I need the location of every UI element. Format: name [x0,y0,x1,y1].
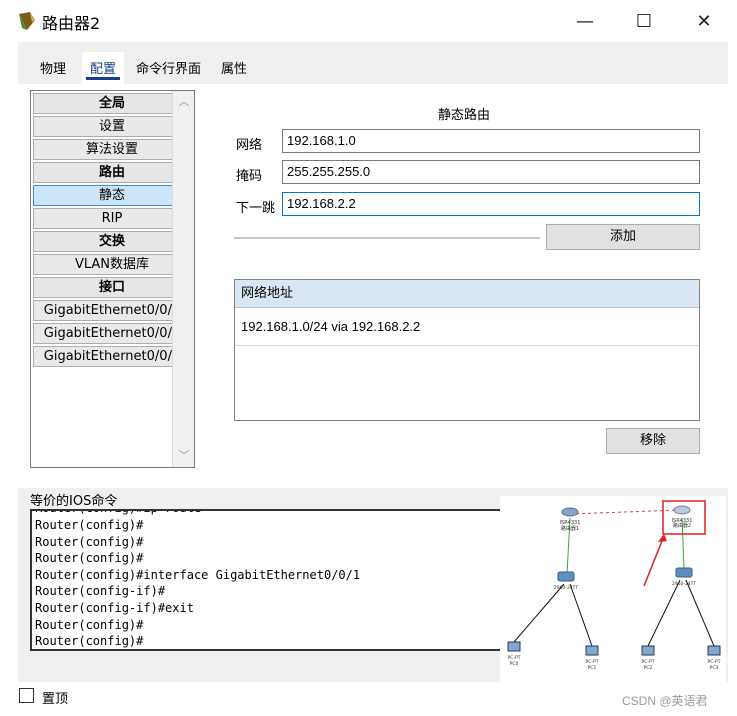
window-title: 路由器2 [42,14,101,33]
ios-command-line: Router(config)# [35,551,144,566]
router2-icon[interactable]: ISR4331 路由器2 [672,505,693,529]
nav-item[interactable]: GigabitEthernet0/0/0 [33,300,191,321]
minimize-icon: — [576,10,594,32]
scroll-up-icon[interactable]: ︿ [177,95,191,109]
static-route-title: 静态路由 [438,108,491,123]
nav-item[interactable]: GigabitEthernet0/0/1 [33,323,191,344]
pc3-label: PC3 [710,665,719,671]
tab-bar: 物理 配置 命令行界面 属性 [32,52,255,84]
config-nav-list: 全局 设置 算法设置 路由 静态 RIP 交换 VLAN数据库 接口 GigabitEtherne… [30,90,195,468]
pc0-label: PC0 [510,661,519,667]
tab-label: 物理 [40,62,67,77]
ios-command-line: Router(config)#interface GigabitEthernet… [35,567,361,582]
tab-label: 配置 [90,62,117,77]
maximize-button[interactable]: ☐ [624,6,664,36]
ios-commands-label: 等价的IOS命令 [30,494,118,509]
ios-command-line: Router(config)# [35,634,144,649]
ios-command-line: Router(config)# [35,534,144,549]
tab-label: 命令行界面 [136,62,202,77]
router-app-icon [19,12,35,30]
pc0-icon[interactable]: PC-PT PC0 [507,641,521,667]
route-list-header: 网络地址 [235,280,699,308]
remove-button[interactable]: 移除 [606,428,700,454]
nav-section-header[interactable]: 交换 [33,231,191,252]
tab-cli[interactable]: 命令行界面 [128,52,209,84]
nav-item[interactable]: 算法设置 [33,139,191,160]
nav-item[interactable]: GigabitEthernet0/0/2 [33,346,191,367]
close-icon: ✕ [696,10,712,32]
ios-command-line: Router(config-if)#exit [35,600,194,615]
pc3-icon[interactable]: PC-PT PC3 [707,645,721,671]
pin-checkbox[interactable] [19,688,34,703]
svg-text:PC-PT: PC-PT [642,659,655,665]
nav-item[interactable]: 设置 [33,116,191,137]
pc2-icon[interactable]: PC-PT PC2 [641,645,655,671]
tab-config[interactable]: 配置 [82,52,125,84]
svg-text:PC-PT: PC-PT [708,659,721,665]
ios-partial-line: Router(config)#ip route [32,511,502,517]
add-button[interactable]: 添加 [546,224,700,250]
scroll-down-icon[interactable]: ﹀ [177,449,191,463]
topology-diagram: ISR4331 路由器1 ISR4331 路由器2 2960-24TT 2960… [500,496,726,682]
svg-text:PC-PT: PC-PT [586,659,599,665]
tab-attributes[interactable]: 属性 [213,52,255,84]
router1-icon[interactable]: ISR4331 路由器1 [560,507,581,532]
ios-commands-box[interactable]: Router(config)#ip route Router(config)#R… [30,509,504,651]
nav-section-header[interactable]: 全局 [33,93,191,114]
nav-section-header[interactable]: 路由 [33,162,191,183]
router2-label: 路由器2 [673,522,691,529]
mask-label: 掩码 [236,169,263,184]
pin-label: 置顶 [42,692,69,707]
nav-item[interactable]: 静态 [33,185,191,206]
pc2-label: PC2 [644,665,653,671]
route-list: 网络地址 192.168.1.0/24 via 192.168.2.2 [234,279,700,421]
pc1-icon[interactable]: PC-PT PC1 [585,645,599,671]
title-bar: 路由器2 — ☐ ✕ [0,0,737,42]
ios-command-line: Router(config)# [35,617,144,632]
ios-command-line: Router(config-if)# [35,584,166,599]
minimize-button[interactable]: — [565,6,605,36]
next-hop-input[interactable]: 192.168.2.2 [282,192,700,216]
close-button[interactable]: ✕ [684,6,724,36]
nav-section-header[interactable]: 接口 [33,277,191,298]
maximize-icon: ☐ [635,10,653,32]
watermark: CSDN @英语君 [622,694,708,708]
svg-text:2960-24TT: 2960-24TT [672,581,696,587]
next-hop-label: 下一跳 [236,201,276,216]
ios-command-line: Router(config)# [35,518,144,532]
tab-physical[interactable]: 物理 [32,52,74,84]
svg-text:PC-PT: PC-PT [508,655,521,661]
route-list-item[interactable]: 192.168.1.0/24 via 192.168.2.2 [235,308,699,346]
network-input[interactable]: 192.168.1.0 [282,129,700,153]
nav-item[interactable]: RIP [33,208,191,229]
router1-label: 路由器1 [561,525,579,532]
switch0-icon[interactable]: 2960-24TT [554,571,578,591]
pc1-label: PC1 [588,665,597,671]
form-divider [234,237,540,239]
annotation-arrow [643,535,665,587]
network-label: 网络 [236,138,263,153]
tab-label: 属性 [221,62,248,77]
svg-text:2960-24TT: 2960-24TT [554,585,578,591]
switch1-icon[interactable]: 2960-24TT [672,567,696,587]
nav-scrollbar[interactable]: ︿ ﹀ [172,91,194,467]
nav-item[interactable]: VLAN数据库 [33,254,191,275]
mask-input[interactable]: 255.255.255.0 [282,160,700,184]
